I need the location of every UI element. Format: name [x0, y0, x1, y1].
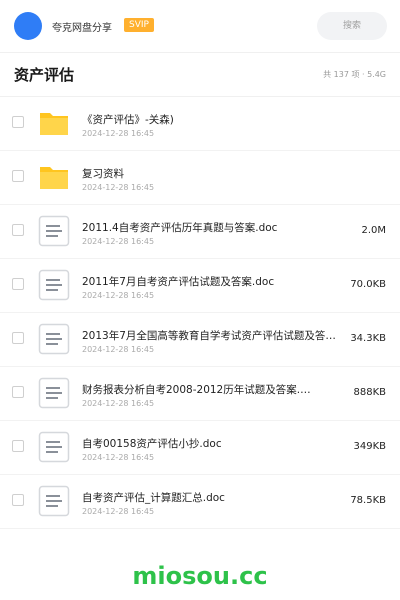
file-date: 2024-12-28 16:45	[82, 291, 155, 300]
file-name: 《资产评估》-关森)	[82, 114, 174, 126]
file-name: 自考00158资产评估小抄.doc	[82, 438, 222, 450]
file-row[interactable]: 财务报表分析自考2008-2012历年试题及答案.… 2024-12-28 16:…	[0, 367, 400, 421]
file-size: 70.0KB	[350, 279, 386, 290]
file-size: 34.3KB	[350, 333, 386, 344]
file-name: 2013年7月全国高等教育自学考试资产评估试题及答…	[82, 330, 336, 342]
file-row[interactable]: 2013年7月全国高等教育自学考试资产评估试题及答… 2024-12-28 16:…	[0, 313, 400, 367]
file-date: 2024-12-28 16:45	[82, 507, 155, 516]
document-icon	[38, 431, 70, 463]
file-checkbox[interactable]	[12, 278, 24, 290]
file-date: 2024-12-28 16:45	[82, 183, 155, 192]
file-row[interactable]: 自考资产评估_计算题汇总.doc 2024-12-28 16:45 78.5KB	[0, 475, 400, 529]
folder-icon	[38, 161, 70, 193]
file-size: 78.5KB	[350, 495, 386, 506]
svip-badge: SVIP	[124, 18, 154, 32]
watermark: miosou.cc	[132, 562, 268, 590]
file-date: 2024-12-28 16:45	[82, 129, 155, 138]
file-checkbox[interactable]	[12, 386, 24, 398]
folder-icon	[38, 107, 70, 139]
file-checkbox[interactable]	[12, 332, 24, 344]
file-row[interactable]: 自考00158资产评估小抄.doc 2024-12-28 16:45 349KB	[0, 421, 400, 475]
file-name: 复习资料	[82, 168, 124, 180]
document-icon	[38, 269, 70, 301]
file-checkbox[interactable]	[12, 440, 24, 452]
file-checkbox[interactable]	[12, 116, 24, 128]
file-checkbox[interactable]	[12, 494, 24, 506]
document-icon	[38, 323, 70, 355]
document-icon	[38, 485, 70, 517]
search-input[interactable]	[317, 12, 387, 40]
file-date: 2024-12-28 16:45	[82, 399, 155, 408]
file-name: 2011年7月自考资产评估试题及答案.doc	[82, 276, 275, 288]
file-name: 2011.4自考资产评估历年真题与答案.doc	[82, 222, 278, 234]
file-list: 《资产评估》-关森) 2024-12-28 16:45 复习资料 2024-12-28…	[0, 97, 400, 529]
document-icon	[38, 215, 70, 247]
file-checkbox[interactable]	[12, 170, 24, 182]
top-bar: 夸克网盘分享 SVIP	[0, 0, 400, 53]
share-owner-name: 夸克网盘分享	[52, 23, 112, 34]
file-name: 自考资产评估_计算题汇总.doc	[82, 492, 225, 504]
avatar[interactable]	[14, 12, 42, 40]
page-title: 资产评估	[14, 66, 75, 84]
file-row[interactable]: 《资产评估》-关森) 2024-12-28 16:45	[0, 97, 400, 151]
share-page: 夸克网盘分享 SVIP 资产评估 共 137 项 · 5.4G 《资产评估》-关…	[0, 0, 400, 600]
file-size: 888KB	[353, 387, 386, 398]
file-name: 财务报表分析自考2008-2012历年试题及答案.…	[82, 384, 311, 396]
file-row[interactable]: 2011.4自考资产评估历年真题与答案.doc 2024-12-28 16:45 2…	[0, 205, 400, 259]
file-row[interactable]: 复习资料 2024-12-28 16:45	[0, 151, 400, 205]
folder-summary: 共 137 项 · 5.4G	[323, 70, 386, 79]
document-icon	[38, 377, 70, 409]
file-size: 2.0M	[361, 225, 386, 236]
file-checkbox[interactable]	[12, 224, 24, 236]
file-date: 2024-12-28 16:45	[82, 345, 155, 354]
file-row[interactable]: 2011年7月自考资产评估试题及答案.doc 2024-12-28 16:45 70…	[0, 259, 400, 313]
file-date: 2024-12-28 16:45	[82, 453, 155, 462]
file-date: 2024-12-28 16:45	[82, 237, 155, 246]
folder-header: 资产评估 共 137 项 · 5.4G	[0, 52, 400, 97]
file-size: 349KB	[353, 441, 386, 452]
